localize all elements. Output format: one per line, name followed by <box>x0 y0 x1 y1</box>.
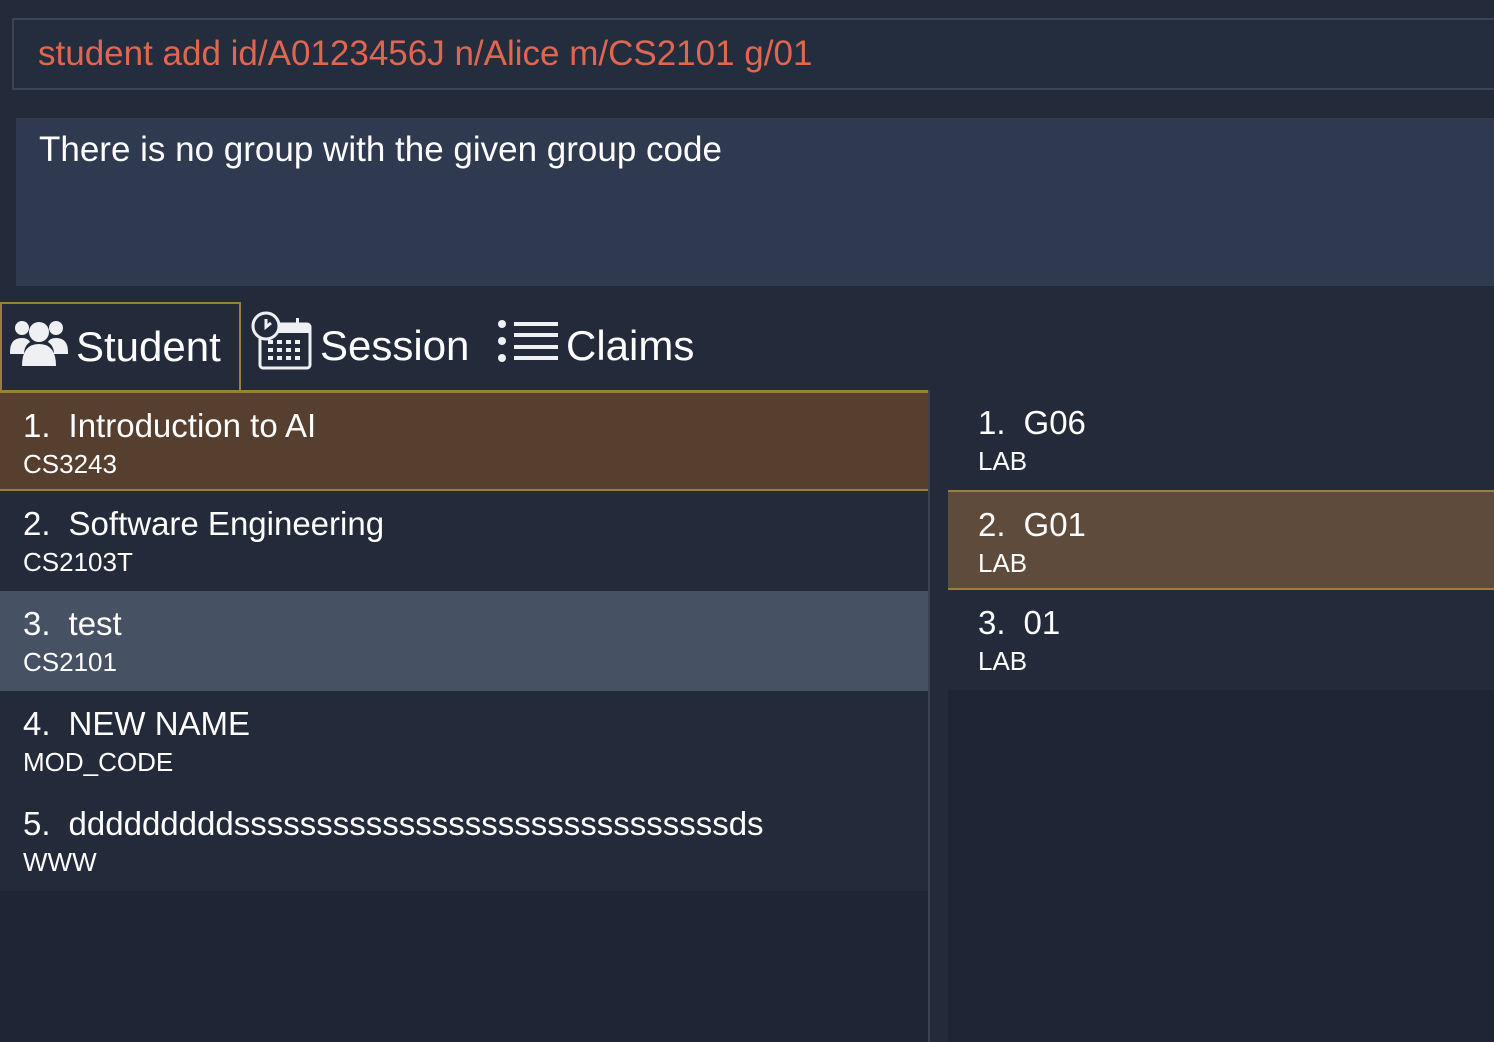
group-list-item[interactable]: 3. 01 LAB <box>948 590 1494 690</box>
module-code: CS3243 <box>23 449 117 479</box>
module-code: MOD_CODE <box>23 747 174 777</box>
tab-session-label: Session <box>320 322 470 369</box>
module-list-item[interactable]: 5. dddddddddsssssssssssssssssssssssssssss… <box>0 791 928 891</box>
command-input[interactable] <box>38 34 1478 74</box>
module-name: Introduction to AI <box>68 407 317 444</box>
item-index: 2. <box>978 506 1006 543</box>
item-index: 5. <box>23 805 51 842</box>
command-box <box>12 18 1494 90</box>
group-list-item[interactable]: 2. G01 LAB <box>948 490 1494 590</box>
item-index: 1. <box>978 404 1006 441</box>
module-list-item[interactable]: 1. Introduction to AI CS3243 <box>0 391 928 491</box>
module-list-item[interactable]: 4. NEW NAME MOD_CODE <box>0 691 928 791</box>
group-list-item[interactable]: 1. G06 LAB <box>948 390 1494 490</box>
item-index: 1. <box>23 407 51 444</box>
item-index: 3. <box>23 605 51 642</box>
group-name: G01 <box>1023 506 1086 543</box>
module-name: Software Engineering <box>68 505 385 542</box>
module-name: dddddddddssssssssssssssssssssssssssssssd… <box>68 805 764 842</box>
item-index: 2. <box>23 505 51 542</box>
app-window: There is no group with the given group c… <box>0 0 1494 1042</box>
group-list: 1. G06 LAB 2. G01 LAB 3. 01 LAB <box>948 390 1494 1042</box>
tab-bar: Student Session Claims <box>0 302 1494 390</box>
calendar-clock-icon <box>250 310 314 382</box>
module-code: CS2101 <box>23 647 117 677</box>
result-message: There is no group with the given group c… <box>39 130 722 169</box>
group-type: LAB <box>978 548 1028 578</box>
group-name: 01 <box>1023 604 1061 641</box>
tab-student[interactable]: Student <box>0 302 241 390</box>
students-icon <box>8 316 70 378</box>
group-name: G06 <box>1023 404 1086 441</box>
module-list-item[interactable]: 3. test CS2101 <box>0 591 928 691</box>
tab-claims[interactable]: Claims <box>496 302 706 390</box>
result-display: There is no group with the given group c… <box>16 118 1494 286</box>
tab-session[interactable]: Session <box>250 302 480 390</box>
panel-divider[interactable] <box>928 390 930 1042</box>
group-type: LAB <box>978 446 1028 476</box>
item-index: 4. <box>23 705 51 742</box>
module-name: NEW NAME <box>68 705 251 742</box>
module-list-item[interactable]: 2. Software Engineering CS2103T <box>0 491 928 591</box>
item-index: 3. <box>978 604 1006 641</box>
list-icon <box>496 318 560 374</box>
tab-claims-label: Claims <box>566 322 695 369</box>
tab-student-label: Student <box>76 323 221 370</box>
module-code: WWW <box>23 847 97 877</box>
module-list: 1. Introduction to AI CS3243 2. Software E… <box>0 390 928 1042</box>
module-code: CS2103T <box>23 547 133 577</box>
module-name: test <box>68 605 122 642</box>
group-type: LAB <box>978 646 1028 676</box>
